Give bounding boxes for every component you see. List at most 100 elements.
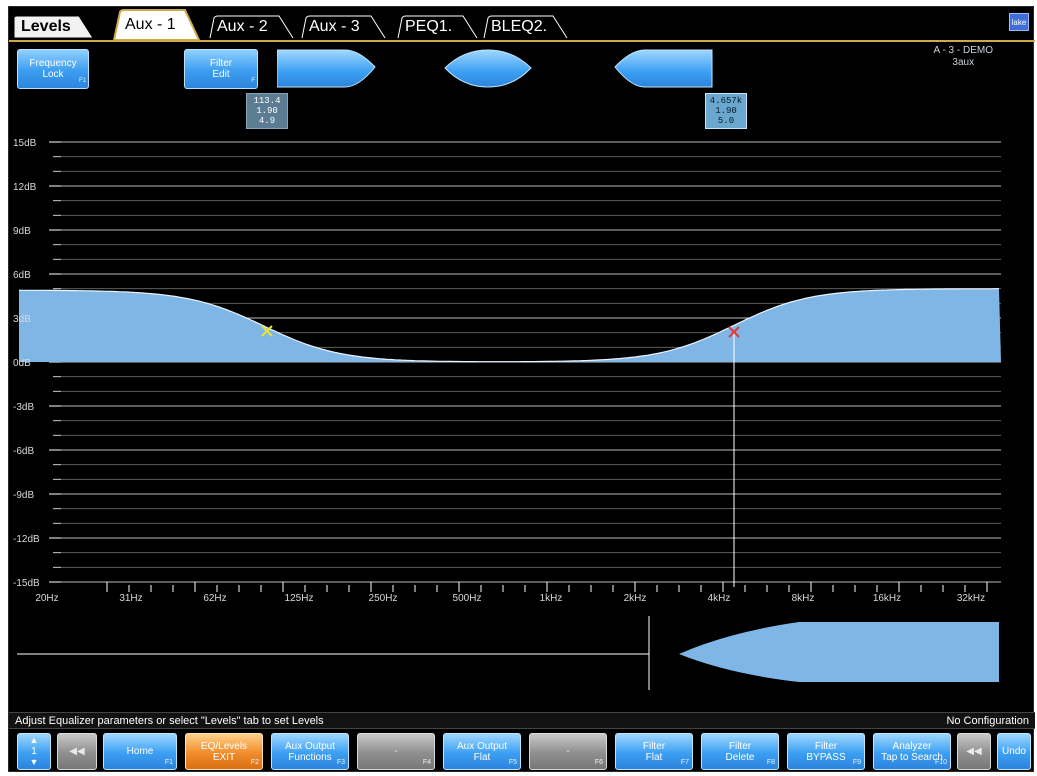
button-label-line1: - xyxy=(394,746,398,757)
page-selector-button[interactable]: ▲ 1 ▼ xyxy=(17,733,51,770)
fkey-label: F2 xyxy=(250,759,259,766)
y-axis-label: -3dB xyxy=(13,402,34,413)
tab-label: BLEQ2. xyxy=(491,18,548,35)
bottom-toolbar: ▲ 1 ▼ ◀◀ Home F1 EQ/Levels EXIT F2 Aux O… xyxy=(9,730,1035,773)
fkey-label: F5 xyxy=(508,759,517,766)
previous-button[interactable]: ◀◀ xyxy=(957,733,991,770)
button-label-line1: Undo xyxy=(1002,746,1026,757)
x-axis-label: 20Hz xyxy=(35,593,58,604)
logo-text: lake xyxy=(1011,17,1027,27)
double-left-arrow-icon: ◀◀ xyxy=(966,746,982,757)
analyzer-button[interactable]: Analyzer Tap to Search F10 xyxy=(873,733,951,770)
tab-bleq2[interactable]: BLEQ2. xyxy=(483,15,569,39)
filter-flat-button[interactable]: Filter Flat F7 xyxy=(615,733,693,770)
y-axis-label: 0dB xyxy=(13,358,31,369)
tab-label: Levels xyxy=(21,18,71,35)
aux-output-flat-button[interactable]: Aux Output Flat F5 xyxy=(443,733,521,770)
button-label-line2: Edit xyxy=(212,69,230,80)
tab-peq1[interactable]: PEQ1. xyxy=(397,15,479,39)
filter-2-readout: 4.657k 1.90 5.0 xyxy=(705,93,747,129)
x-axis-label: 8kHz xyxy=(792,593,815,604)
x-axis-label: 31Hz xyxy=(119,593,142,604)
lake-logo: lake xyxy=(1009,13,1029,31)
button-label-line1: Frequency xyxy=(29,58,77,69)
device-name-line1: A - 3 - DEMO xyxy=(933,45,993,56)
x-axis-label: 125Hz xyxy=(285,593,314,604)
device-name: A - 3 - DEMO 3aux xyxy=(934,45,993,69)
y-axis-label: -12dB xyxy=(13,534,40,545)
eq-response-plot[interactable]: 15dB 12dB 9dB 6dB 3dB 0dB -3dB -6dB -9dB -12dB -15… xyxy=(9,127,1035,607)
filter-delete-button[interactable]: Filter Delete F8 xyxy=(701,733,779,770)
arrow-up-icon: ▲ xyxy=(29,735,39,745)
app-window: Levels Aux - 1 Aux - 2 Aux - 3 PEQ1. BLE… xyxy=(8,6,1035,773)
high-shelf-filter-icon[interactable] xyxy=(613,49,713,89)
fkey-label: F8 xyxy=(766,759,775,766)
fkey-label: F7 xyxy=(680,759,689,766)
arrow-down-icon: ▼ xyxy=(29,757,39,767)
y-axis-label: 3dB xyxy=(13,314,31,325)
fkey-label: F4 xyxy=(422,759,431,766)
y-axis-label: -15dB xyxy=(13,578,40,589)
button-label-line1: Aux Output xyxy=(284,740,336,752)
filter-1-readout: 113.4 1.90 4.9 xyxy=(246,93,288,129)
fkey-label: F1 xyxy=(164,759,173,766)
tab-label: PEQ1. xyxy=(405,18,453,35)
readout-gain: 4.9 xyxy=(258,116,276,126)
low-shelf-filter-icon[interactable] xyxy=(277,49,377,89)
aux-output-functions-button[interactable]: Aux Output Functions F3 xyxy=(271,733,349,770)
tab-aux-1[interactable]: Aux - 1 xyxy=(113,9,201,41)
fkey-label: F3 xyxy=(336,759,345,766)
eq-levels-exit-button[interactable]: EQ/Levels EXIT F2 xyxy=(185,733,263,770)
filter-overview-strip xyxy=(17,616,999,690)
fkey-label: F9 xyxy=(852,759,861,766)
readout-q: 1.90 xyxy=(715,106,737,116)
home-button[interactable]: Home F1 xyxy=(103,733,177,770)
status-message: Adjust Equalizer parameters or select "L… xyxy=(15,714,324,727)
empty-f6-button[interactable]: - F6 xyxy=(529,733,607,770)
y-axis-label: 6dB xyxy=(13,270,31,281)
double-left-arrow-icon: ◀◀ xyxy=(69,746,85,757)
y-axis-labels: 15dB 12dB 9dB 6dB 3dB 0dB -3dB -6dB -9dB -12dB -15… xyxy=(13,138,40,589)
button-label-line1: Filter xyxy=(642,740,666,752)
fkey-label: F xyxy=(251,78,255,84)
fkey-label: F6 xyxy=(594,759,603,766)
peak-filter-icon[interactable] xyxy=(443,49,533,89)
fkey-label: F10 xyxy=(934,759,947,766)
y-axis-label: 9dB xyxy=(13,226,31,237)
tab-bar: Levels Aux - 1 Aux - 2 Aux - 3 PEQ1. BLE… xyxy=(9,7,1035,41)
filter-bypass-button[interactable]: Filter BYPASS F9 xyxy=(787,733,865,770)
x-axis-label: 500Hz xyxy=(453,593,482,604)
x-axis-label: 32kHz xyxy=(957,593,985,604)
x-axis-ticks xyxy=(106,582,988,592)
tab-levels[interactable]: Levels xyxy=(13,15,95,39)
y-axis-label: 12dB xyxy=(13,182,37,193)
tab-label: Aux - 1 xyxy=(125,16,176,33)
button-label: 1 xyxy=(31,746,37,757)
button-label-line1: Filter xyxy=(728,740,752,752)
fkey-label: F1 xyxy=(78,78,86,84)
button-label-line1: Analyzer xyxy=(892,740,932,752)
button-label-line2: Lock xyxy=(42,69,64,80)
y-axis-label: -9dB xyxy=(13,490,34,501)
button-label-line1: Home xyxy=(126,746,154,757)
button-label-line1: Filter xyxy=(209,58,233,69)
button-label-line1: Filter xyxy=(814,740,838,752)
tab-divider xyxy=(9,40,1035,42)
filter-edit-button[interactable]: Filter Edit F xyxy=(184,49,258,89)
configuration-status: No Configuration xyxy=(946,714,1029,727)
undo-button[interactable]: Undo xyxy=(997,733,1031,770)
eq-curve-fill xyxy=(19,288,1001,362)
tab-label: Aux - 2 xyxy=(217,18,268,35)
frequency-lock-button[interactable]: Frequency Lock F1 xyxy=(17,49,89,89)
y-axis-label: 15dB xyxy=(13,138,37,149)
button-label-line1: EQ/Levels xyxy=(200,740,248,752)
x-axis-label: 2kHz xyxy=(624,593,647,604)
tab-aux-2[interactable]: Aux - 2 xyxy=(209,15,295,39)
tab-label: Aux - 3 xyxy=(309,18,360,35)
empty-f4-button[interactable]: - F4 xyxy=(357,733,435,770)
tab-aux-3[interactable]: Aux - 3 xyxy=(301,15,387,39)
x-axis-label: 4kHz xyxy=(708,593,731,604)
readout-gain: 5.0 xyxy=(717,116,735,126)
status-bar: Adjust Equalizer parameters or select "L… xyxy=(9,712,1035,729)
back-button[interactable]: ◀◀ xyxy=(57,733,97,770)
